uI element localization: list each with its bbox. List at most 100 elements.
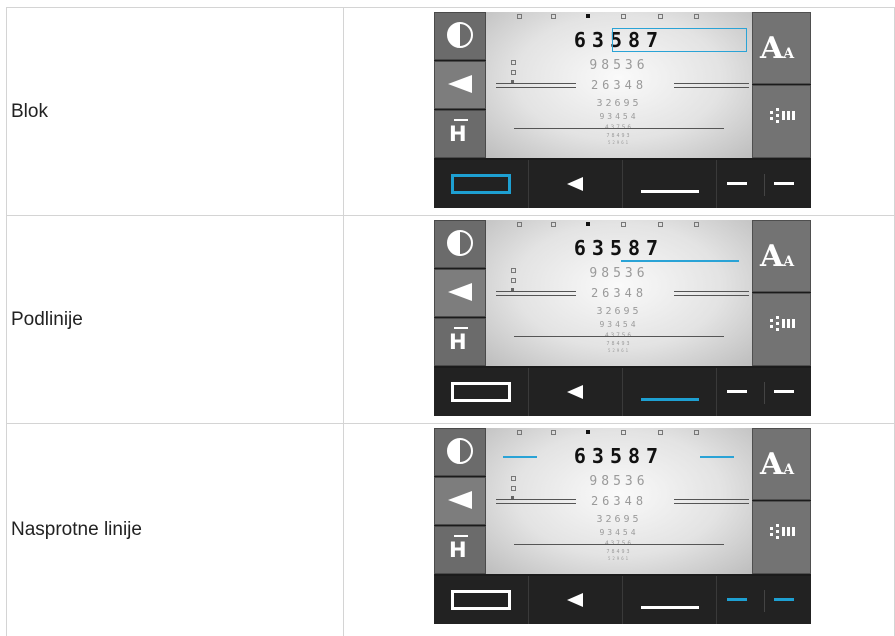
selection-line-right: [700, 456, 734, 458]
underline-icon: [641, 398, 699, 401]
optotype-line: 93454: [599, 320, 639, 329]
grid-dot: [792, 114, 795, 117]
h-bar-icon: H: [449, 119, 468, 146]
grid-dot: [770, 117, 773, 120]
selection-line-left: [503, 456, 537, 458]
separator-line: [674, 499, 749, 500]
opposite-lines-mode-button[interactable]: [717, 368, 811, 416]
image-cell: H635879853626348326959345443756784935296…: [343, 424, 895, 636]
back-button[interactable]: [529, 368, 623, 416]
opposite-lines-mode-button[interactable]: [717, 576, 811, 624]
optotype-line: 78493: [606, 133, 632, 139]
optotype-line: 32695: [596, 98, 642, 109]
rectangle-icon: [451, 382, 511, 402]
label-cell: Blok: [6, 8, 344, 215]
font-size-button[interactable]: AA: [752, 12, 811, 84]
grid-button[interactable]: [752, 85, 811, 158]
grid-dot: [782, 530, 785, 533]
optotype-line: 26348: [590, 78, 648, 92]
separator: [764, 590, 765, 612]
underline-mode-button[interactable]: [623, 368, 717, 416]
grid-icon: [770, 316, 795, 340]
dot: [517, 430, 522, 435]
dot: [658, 222, 663, 227]
dot: [586, 430, 590, 434]
grid-dot: [787, 530, 790, 533]
block-mode-button[interactable]: [434, 160, 529, 208]
opposite-line-right-icon: [774, 182, 794, 185]
contrast-icon: [447, 22, 473, 48]
optotype-line: 32695: [596, 306, 642, 317]
chart-screen: 6358798536263483269593454437567849352961: [486, 428, 752, 574]
separator-line: [496, 291, 576, 292]
grid-dot: [787, 322, 790, 325]
h-bar-icon: H: [449, 327, 468, 354]
block-mode-button[interactable]: [434, 368, 529, 416]
font-size-button[interactable]: AA: [752, 428, 811, 500]
back-button[interactable]: [434, 477, 486, 525]
h-button[interactable]: H: [434, 318, 486, 366]
separator-line: [496, 499, 576, 500]
bottom-toolbar: [434, 576, 811, 624]
dot: [621, 222, 626, 227]
dot: [551, 222, 556, 227]
grid-dot: [782, 325, 785, 328]
opposite-lines-mode-button[interactable]: [717, 160, 811, 208]
separator-line: [496, 83, 576, 84]
table-row: Nasprotne linije H 63587 98536 26348 32695 93…: [6, 424, 895, 636]
device-screenshot: H635879853626348326959345443756784935296…: [434, 220, 811, 416]
opposite-line-left-icon: [727, 598, 747, 601]
font-size-button[interactable]: AA: [752, 220, 811, 292]
contrast-button[interactable]: [434, 220, 486, 268]
underline-icon: [641, 190, 699, 193]
optotype-line-large: 63587: [573, 236, 665, 260]
grid-dot: [776, 114, 779, 117]
h-button[interactable]: H: [434, 110, 486, 158]
optotype-line: 93454: [599, 528, 639, 537]
grid-dot: [782, 114, 785, 117]
optotype-line: 98536: [589, 266, 649, 281]
back-button[interactable]: [434, 61, 486, 109]
optotype-line: 32695: [596, 514, 642, 525]
triangle-left-icon: [567, 177, 583, 191]
h-button[interactable]: H: [434, 526, 486, 574]
contrast-button[interactable]: [434, 12, 486, 60]
contrast-button[interactable]: [434, 428, 486, 476]
font-icon-large: A: [760, 447, 784, 482]
back-button[interactable]: [529, 160, 623, 208]
top-dots: [486, 430, 752, 436]
image-cell: H635879853626348326959345443756784935296…: [343, 8, 895, 215]
optotype-line: 26348: [590, 286, 648, 300]
grid-button[interactable]: [752, 293, 811, 366]
separator: [764, 382, 765, 404]
underline-mode-button[interactable]: [623, 576, 717, 624]
selection-underline: [621, 260, 739, 262]
separator-line: [514, 544, 724, 545]
separator-line: [496, 503, 576, 504]
grid-dot: [787, 114, 790, 117]
back-button[interactable]: [434, 269, 486, 317]
optotype-line: 26348: [590, 494, 648, 508]
grid-button[interactable]: [752, 501, 811, 574]
dot: [551, 14, 556, 19]
block-mode-button[interactable]: [434, 576, 529, 624]
separator: [764, 174, 765, 196]
grid-dot: [770, 325, 773, 328]
font-size-icon: AA: [760, 239, 794, 274]
contrast-icon: [447, 230, 473, 256]
grid-dot: [787, 533, 790, 536]
underline-icon: [641, 606, 699, 609]
grid-dot: [776, 524, 779, 527]
selection-box: [612, 28, 747, 52]
separator-line: [496, 87, 576, 88]
grid-dot: [792, 533, 795, 536]
chart-screen: 6358798536263483269593454437567849352961: [486, 12, 752, 158]
underline-mode-button[interactable]: [623, 160, 717, 208]
back-button[interactable]: [529, 576, 623, 624]
device-screenshot: H635879853626348326959345443756784935296…: [434, 428, 811, 624]
separator-line: [514, 336, 724, 337]
grid-dot: [782, 533, 785, 536]
separator-line: [674, 503, 749, 504]
grid-dot: [770, 527, 773, 530]
grid-dot: [776, 120, 779, 123]
